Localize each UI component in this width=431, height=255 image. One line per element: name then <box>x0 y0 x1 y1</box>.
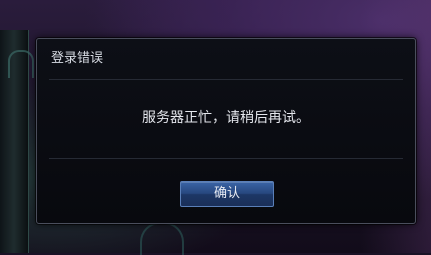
dialog-title: 登录错误 <box>51 51 104 66</box>
background-arch <box>140 222 184 255</box>
title-divider <box>49 79 403 80</box>
confirm-button[interactable]: 确认 <box>180 181 274 207</box>
footer-divider <box>49 158 403 159</box>
login-error-dialog: 登录错误 服务器正忙，请稍后再试。 确认 <box>36 38 416 224</box>
background-pillar <box>0 30 34 253</box>
pillar-ornament <box>8 50 34 78</box>
error-message: 服务器正忙，请稍后再试。 <box>142 110 310 126</box>
